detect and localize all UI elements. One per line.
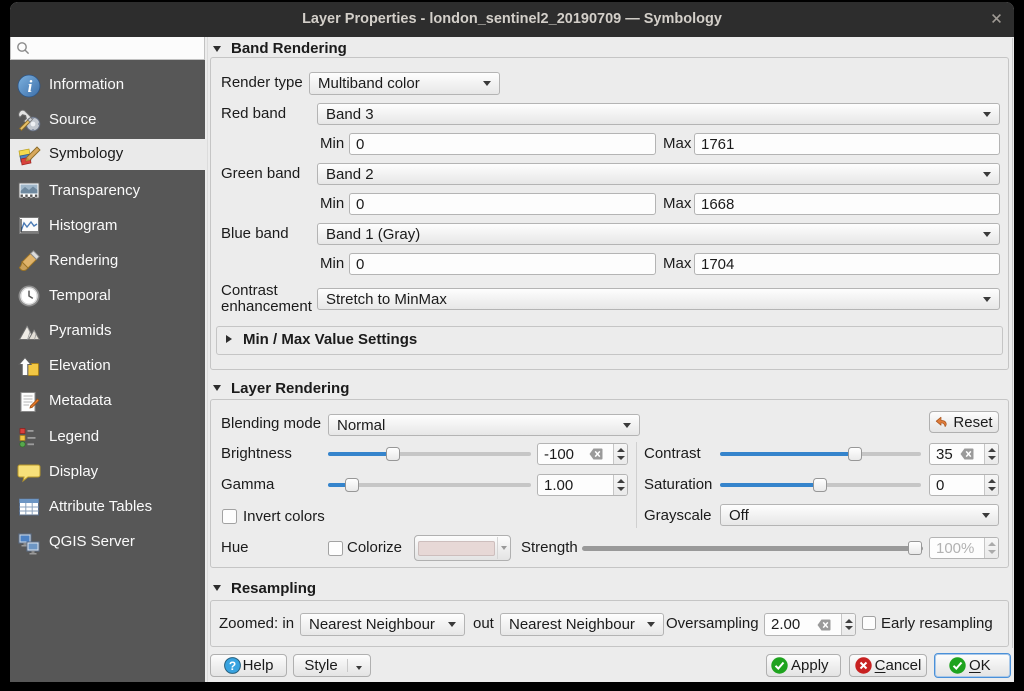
- svg-text:?: ?: [228, 659, 235, 673]
- svg-text:i: i: [28, 77, 33, 96]
